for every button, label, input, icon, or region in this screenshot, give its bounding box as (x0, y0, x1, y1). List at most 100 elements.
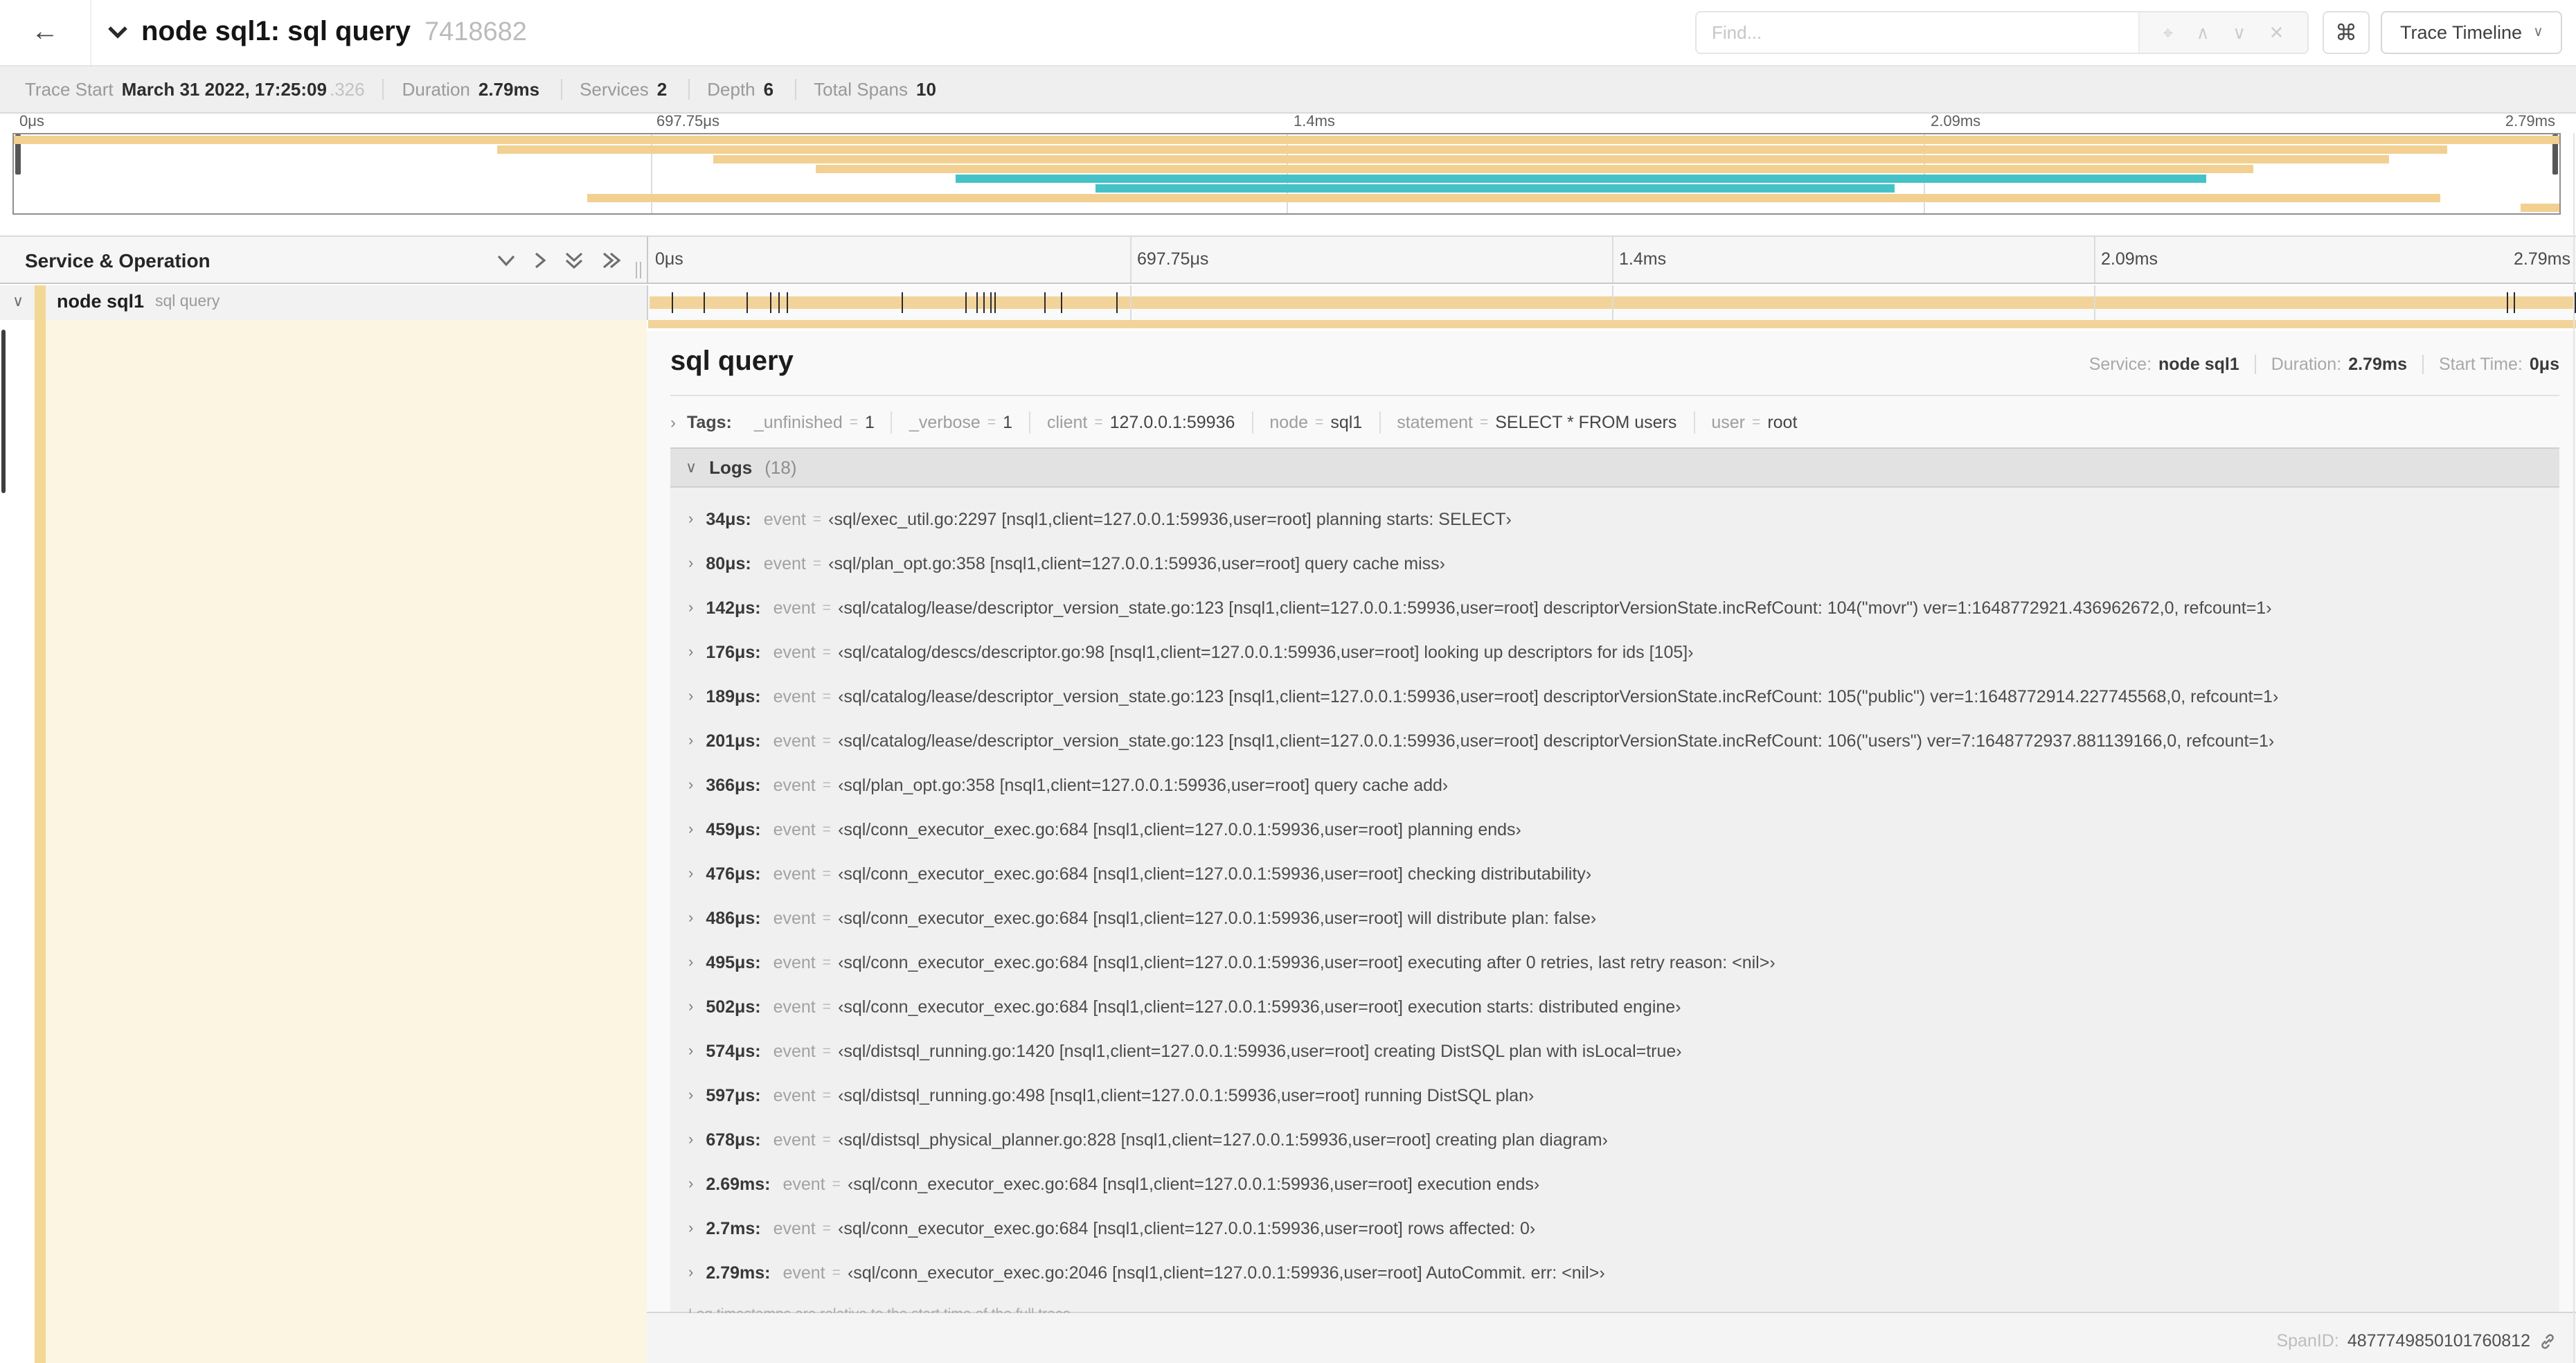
log-row[interactable]: › 678μs: event = ‹sql/distsql_physical_p… (670, 1118, 2559, 1162)
log-marker-tick[interactable] (994, 292, 996, 313)
log-row[interactable]: › 201μs: event = ‹sql/catalog/lease/desc… (670, 719, 2559, 763)
span-detail-card: sql query Service: node sql1 Duration: 2.7… (647, 331, 2576, 1323)
chevron-right-icon[interactable]: › (688, 866, 693, 882)
chevron-right-icon[interactable]: › (688, 777, 693, 794)
back-button[interactable]: ← (0, 0, 91, 65)
chevron-right-icon[interactable]: › (688, 644, 693, 661)
log-marker-tick[interactable] (769, 292, 771, 313)
log-row[interactable]: › 2.79ms: event = ‹sql/conn_executor_exe… (670, 1251, 2559, 1295)
chevron-down-icon[interactable] (496, 253, 517, 267)
span-row[interactable]: ∨ node sql1 sql query (0, 285, 2576, 320)
ruler-tick-label: 2.79ms (2505, 114, 2555, 130)
log-row[interactable]: › 366μs: event = ‹sql/plan_opt.go:358 [n… (670, 763, 2559, 808)
log-marker-tick[interactable] (778, 292, 780, 313)
chevron-right-icon[interactable]: › (688, 821, 693, 838)
tag-item: user = root (1693, 411, 1814, 433)
minimap-span-bar (14, 135, 2559, 144)
logs-count: (18) (764, 457, 797, 478)
chevron-right-icon[interactable]: › (688, 954, 693, 971)
span-timeline[interactable] (647, 285, 2576, 320)
chevron-right-icon[interactable]: › (670, 412, 676, 431)
find-group: ⌖ ∧ ∨ ✕ (1695, 11, 2309, 54)
ruler-tick-label: 1.4ms (1619, 249, 1667, 269)
log-marker-tick[interactable] (983, 292, 985, 313)
log-row[interactable]: › 34μs: event = ‹sql/exec_util.go:2297 [… (670, 497, 2559, 542)
log-marker-tick[interactable] (787, 292, 789, 313)
log-row[interactable]: › 574μs: event = ‹sql/distsql_running.go… (670, 1029, 2559, 1074)
log-marker-tick[interactable] (703, 292, 705, 313)
ruler-tick-label: 1.4ms (1294, 114, 1335, 130)
locate-icon[interactable]: ⌖ (2163, 21, 2173, 44)
minimap-canvas[interactable] (12, 133, 2561, 215)
gridline (1130, 237, 1132, 283)
log-row[interactable]: › 459μs: event = ‹sql/conn_executor_exec… (670, 808, 2559, 852)
chevron-right-icon[interactable]: › (688, 600, 693, 616)
log-marker-tick[interactable] (746, 292, 748, 313)
logs-header[interactable]: ∨ Logs (18) (670, 447, 2559, 488)
chevron-right-icon[interactable]: › (688, 733, 693, 749)
log-row[interactable]: › 176μs: event = ‹sql/catalog/descs/desc… (670, 630, 2559, 675)
log-marker-tick[interactable] (1044, 292, 1046, 313)
trace-timeline-dropdown[interactable]: Trace Timeline ∨ (2381, 11, 2563, 54)
minimap-span-bar (587, 194, 2440, 203)
log-marker-tick[interactable] (1060, 292, 1062, 313)
gridline (2094, 285, 2095, 320)
tags-row[interactable]: › Tags: _unfinished = 1 _verbose = 1 cli… (670, 403, 2559, 440)
column-resizer[interactable] (636, 262, 647, 278)
chevron-right-icon[interactable]: › (688, 511, 693, 528)
log-marker-tick[interactable] (901, 292, 903, 313)
chevron-right-icon[interactable]: › (688, 688, 693, 705)
log-row[interactable]: › 495μs: event = ‹sql/conn_executor_exec… (670, 941, 2559, 985)
log-row[interactable]: › 476μs: event = ‹sql/conn_executor_exec… (670, 852, 2559, 896)
next-match-icon[interactable]: ∨ (2233, 21, 2246, 44)
log-marker-tick[interactable] (1116, 292, 1118, 313)
log-row[interactable]: › 2.7ms: event = ‹sql/conn_executor_exec… (670, 1206, 2559, 1251)
log-marker-tick[interactable] (671, 292, 673, 313)
log-row[interactable]: › 80μs: event = ‹sql/plan_opt.go:358 [ns… (670, 542, 2559, 586)
service-color-strip (35, 320, 46, 1363)
chevron-right-icon[interactable]: › (688, 1043, 693, 1060)
chevron-down-icon[interactable]: ∨ (12, 292, 24, 310)
log-row[interactable]: › 486μs: event = ‹sql/conn_executor_exec… (670, 896, 2559, 941)
chevron-right-icon[interactable] (533, 251, 547, 270)
log-marker-tick[interactable] (2514, 292, 2516, 313)
log-row[interactable]: › 142μs: event = ‹sql/catalog/lease/desc… (670, 586, 2559, 630)
log-row[interactable]: › 2.69ms: event = ‹sql/conn_executor_exe… (670, 1162, 2559, 1206)
tag-item: _verbose = 1 (891, 411, 1029, 433)
log-marker-tick[interactable] (990, 292, 992, 313)
log-marker-tick[interactable] (965, 292, 967, 313)
minimap-span-bar (497, 145, 2448, 154)
log-marker-tick[interactable] (2507, 292, 2509, 313)
gridline (2094, 237, 2095, 283)
minimap-span-bar (1095, 184, 1895, 193)
log-row[interactable]: › 189μs: event = ‹sql/catalog/lease/desc… (670, 675, 2559, 719)
meta-item: Duration: 2.79ms (2254, 355, 2407, 374)
logs-section: ∨ Logs (18) › 34μs: event = ‹sql/exec_ut… (670, 447, 2559, 1323)
chevron-right-icon[interactable]: › (688, 1087, 693, 1104)
double-chevron-right-icon[interactable] (601, 251, 622, 270)
chevron-right-icon[interactable]: › (688, 1265, 693, 1281)
log-row[interactable]: › 502μs: event = ‹sql/conn_executor_exec… (670, 985, 2559, 1029)
logs-title: Logs (709, 457, 753, 478)
chevron-right-icon[interactable]: › (688, 910, 693, 927)
scroll-indicator[interactable] (1, 330, 5, 493)
meta-item: Start Time: 0μs (2422, 355, 2559, 374)
clear-search-icon[interactable]: ✕ (2269, 21, 2284, 44)
chevron-right-icon[interactable]: › (688, 1132, 693, 1148)
log-marker-tick[interactable] (976, 292, 978, 313)
double-chevron-down-icon[interactable] (564, 251, 584, 270)
find-input[interactable] (1697, 12, 2138, 53)
chevron-right-icon[interactable]: › (688, 1176, 693, 1193)
log-marker-tick[interactable] (2574, 292, 2576, 313)
prev-match-icon[interactable]: ∧ (2197, 21, 2210, 44)
link-icon[interactable] (2539, 1332, 2557, 1350)
chevron-right-icon[interactable]: › (688, 555, 693, 572)
chevron-down-icon[interactable] (108, 26, 127, 39)
log-row[interactable]: › 597μs: event = ‹sql/distsql_running.go… (670, 1074, 2559, 1118)
chevron-down-icon: ∨ (2533, 25, 2543, 40)
chevron-right-icon[interactable]: › (688, 1220, 693, 1237)
minimap-tick-labels: 0μs 697.75μs 1.4ms 2.09ms 2.79ms (12, 114, 2561, 133)
spanid-row: SpanID: 4877749850101760812 (2276, 1331, 2557, 1351)
chevron-right-icon[interactable]: › (688, 999, 693, 1015)
keyboard-shortcuts-button[interactable]: ⌘ (2323, 11, 2370, 54)
